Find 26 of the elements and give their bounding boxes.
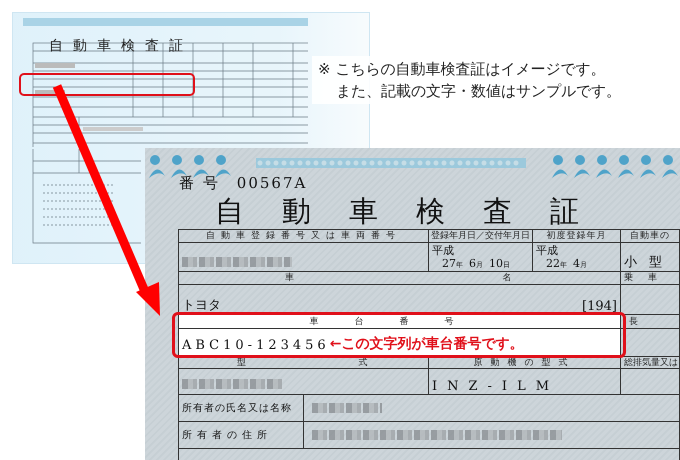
certificate-title: 自動車検査証	[215, 193, 618, 229]
header-text: 名	[502, 273, 514, 283]
header-text: 型	[236, 358, 249, 368]
field-label: 所有者の氏名又は名称	[182, 395, 304, 421]
header-text: 式	[358, 358, 370, 368]
blurred-text	[312, 403, 382, 413]
car-name: トヨタ	[182, 297, 221, 314]
table-cell	[621, 329, 680, 357]
document-title: 自動車検査証	[49, 37, 193, 55]
table-cell: INZ-ILM	[429, 369, 621, 395]
header-cell: 登録年月日／交付年月日	[429, 230, 533, 243]
certificate-number: 番 号 00567A	[179, 174, 308, 193]
chassis-number: ABC10-123456	[182, 338, 330, 353]
header-cell: 原動機の型式	[429, 357, 621, 369]
header-cell: 車台番号	[179, 315, 621, 329]
header-cell: 乗 車	[621, 272, 680, 285]
header-cell: 自動車登録番号又は車両番号	[179, 230, 429, 243]
header-text: 車	[284, 273, 297, 283]
field-label: 所有者の住所	[182, 422, 304, 448]
table-cell: 小 型	[621, 243, 680, 272]
callout-text: ←この文字列が車台番号です。	[330, 335, 524, 353]
header-cell: 初度登録年月	[533, 230, 621, 243]
header-cell: 自動車の	[621, 230, 680, 243]
header-cell: 長	[621, 315, 680, 329]
model-code: [194]	[582, 299, 617, 314]
header-cell: 総排気量又は	[621, 357, 680, 369]
